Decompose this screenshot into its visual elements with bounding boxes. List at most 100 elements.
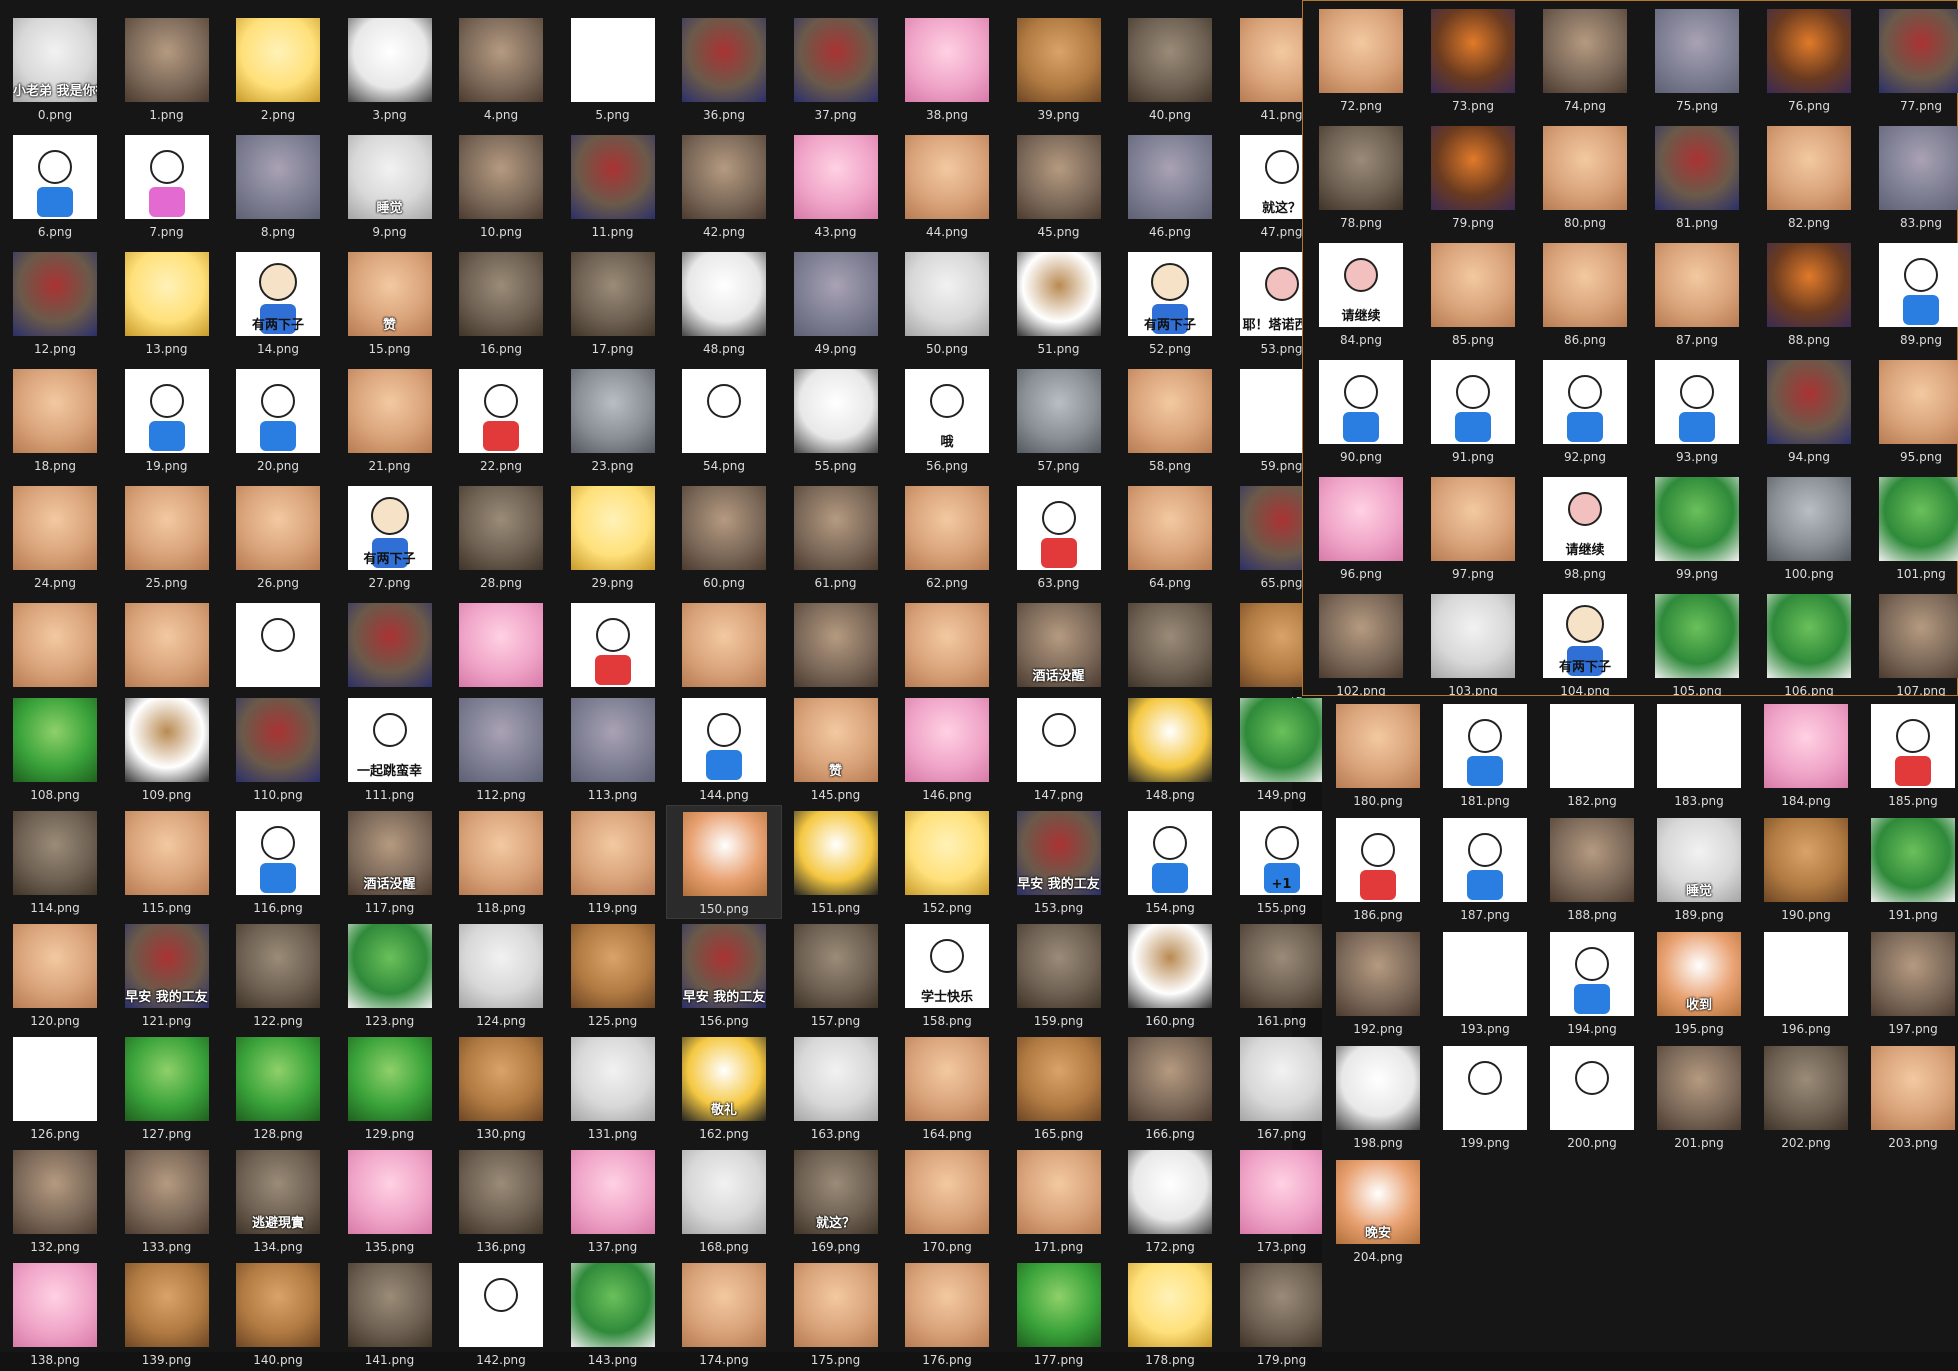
- file-item[interactable]: 44.png: [889, 129, 1005, 243]
- file-item[interactable]: 10.png: [443, 129, 559, 243]
- file-item[interactable]: 60.png: [666, 480, 782, 594]
- file-item[interactable]: 83.png: [1863, 120, 1958, 234]
- file-item[interactable]: 哦 56.png: [889, 363, 1005, 477]
- file-item[interactable]: 51.png: [1001, 246, 1117, 360]
- file-item[interactable]: 57.png: [1001, 363, 1117, 477]
- file-item[interactable]: 3.png: [332, 12, 448, 126]
- file-item[interactable]: 119.png: [555, 805, 671, 919]
- file-item[interactable]: 92.png: [1527, 354, 1643, 468]
- file-item[interactable]: 182.png: [1534, 698, 1650, 812]
- file-item[interactable]: 151.png: [778, 805, 894, 919]
- file-item[interactable]: 50.png: [889, 246, 1005, 360]
- file-item[interactable]: 89.png: [1863, 237, 1958, 351]
- file-item[interactable]: 赞 15.png: [332, 246, 448, 360]
- file-item[interactable]: 43.png: [778, 129, 894, 243]
- file-item[interactable]: 129.png: [332, 1031, 448, 1145]
- file-item[interactable]: 74.png: [1527, 3, 1643, 117]
- file-item[interactable]: 181.png: [1427, 698, 1543, 812]
- file-item[interactable]: 177.png: [1001, 1257, 1117, 1371]
- file-item[interactable]: 108.png: [0, 692, 113, 806]
- file-item[interactable]: 86.png: [1527, 237, 1643, 351]
- file-item[interactable]: 76.png: [1751, 3, 1867, 117]
- file-item[interactable]: 24.png: [0, 480, 113, 594]
- file-item[interactable]: 94.png: [1751, 354, 1867, 468]
- file-item[interactable]: 168.png: [666, 1144, 782, 1258]
- file-item[interactable]: 收到 195.png: [1641, 926, 1757, 1040]
- file-item[interactable]: 105.png: [1639, 588, 1755, 702]
- file-item[interactable]: 85.png: [1415, 237, 1531, 351]
- file-item[interactable]: 170.png: [889, 1144, 1005, 1258]
- file-item[interactable]: 193.png: [1427, 926, 1543, 1040]
- file-item[interactable]: 25.png: [109, 480, 225, 594]
- file-item[interactable]: 160.png: [1112, 918, 1228, 1032]
- file-item[interactable]: 21.png: [332, 363, 448, 477]
- file-item[interactable]: 早安 我的工友 156.png: [666, 918, 782, 1032]
- file-item[interactable]: 144.png: [666, 692, 782, 806]
- file-item[interactable]: 186.png: [1320, 812, 1436, 926]
- file-item[interactable]: 115.png: [109, 805, 225, 919]
- file-item[interactable]: 154.png: [1112, 805, 1228, 919]
- file-item[interactable]: 140.png: [220, 1257, 336, 1371]
- file-item[interactable]: 176.png: [889, 1257, 1005, 1371]
- file-item[interactable]: 78.png: [1303, 120, 1419, 234]
- file-item[interactable]: 132.png: [0, 1144, 113, 1258]
- file-item[interactable]: 11.png: [555, 129, 671, 243]
- file-item[interactable]: 13.png: [109, 246, 225, 360]
- file-item[interactable]: 159.png: [1001, 918, 1117, 1032]
- file-item[interactable]: 196.png: [1748, 926, 1864, 1040]
- file-item[interactable]: 131.png: [555, 1031, 671, 1145]
- file-item[interactable]: 91.png: [1415, 354, 1531, 468]
- file-item[interactable]: 有两下子 14.png: [220, 246, 336, 360]
- file-item[interactable]: 79.png: [1415, 120, 1531, 234]
- file-item[interactable]: 有两下子 52.png: [1112, 246, 1228, 360]
- file-item[interactable]: 197.png: [1855, 926, 1958, 1040]
- file-item[interactable]: 睡觉 9.png: [332, 129, 448, 243]
- file-item[interactable]: 7.png: [109, 129, 225, 243]
- file-item[interactable]: 139.png: [109, 1257, 225, 1371]
- file-item[interactable]: 有两下子 27.png: [332, 480, 448, 594]
- file-item[interactable]: 29.png: [555, 480, 671, 594]
- file-item[interactable]: 97.png: [1415, 471, 1531, 585]
- file-item[interactable]: 188.png: [1534, 812, 1650, 926]
- file-item[interactable]: 164.png: [889, 1031, 1005, 1145]
- file-item[interactable]: 93.png: [1639, 354, 1755, 468]
- file-item[interactable]: 82.png: [1751, 120, 1867, 234]
- file-item[interactable]: 157.png: [778, 918, 894, 1032]
- file-item[interactable]: 190.png: [1748, 812, 1864, 926]
- file-item[interactable]: 203.png: [1855, 1040, 1958, 1154]
- file-item[interactable]: 135.png: [332, 1144, 448, 1258]
- file-item[interactable]: 45.png: [1001, 129, 1117, 243]
- file-item[interactable]: 28.png: [443, 480, 559, 594]
- file-item[interactable]: 199.png: [1427, 1040, 1543, 1154]
- file-item[interactable]: 133.png: [109, 1144, 225, 1258]
- file-item[interactable]: 103.png: [1415, 588, 1531, 702]
- file-item[interactable]: 学士快乐 158.png: [889, 918, 1005, 1032]
- file-item[interactable]: 122.png: [220, 918, 336, 1032]
- file-item[interactable]: 165.png: [1001, 1031, 1117, 1145]
- file-item[interactable]: 200.png: [1534, 1040, 1650, 1154]
- file-item[interactable]: 46.png: [1112, 129, 1228, 243]
- file-item[interactable]: 19.png: [109, 363, 225, 477]
- file-item[interactable]: 睡觉 189.png: [1641, 812, 1757, 926]
- file-item[interactable]: 125.png: [555, 918, 671, 1032]
- file-item[interactable]: 敬礼 162.png: [666, 1031, 782, 1145]
- file-item[interactable]: 有两下子 104.png: [1527, 588, 1643, 702]
- file-item[interactable]: 202.png: [1748, 1040, 1864, 1154]
- file-item[interactable]: 77.png: [1863, 3, 1958, 117]
- file-item[interactable]: 58.png: [1112, 363, 1228, 477]
- file-item[interactable]: 148.png: [1112, 692, 1228, 806]
- file-item[interactable]: 20.png: [220, 363, 336, 477]
- file-item[interactable]: 4.png: [443, 12, 559, 126]
- file-item[interactable]: 143.png: [555, 1257, 671, 1371]
- file-item[interactable]: 166.png: [1112, 1031, 1228, 1145]
- file-item[interactable]: 136.png: [443, 1144, 559, 1258]
- file-item[interactable]: 171.png: [1001, 1144, 1117, 1258]
- file-item[interactable]: 75.png: [1639, 3, 1755, 117]
- file-item[interactable]: 137.png: [555, 1144, 671, 1258]
- file-item[interactable]: 110.png: [220, 692, 336, 806]
- file-item[interactable]: 48.png: [666, 246, 782, 360]
- file-item[interactable]: 147.png: [1001, 692, 1117, 806]
- file-item[interactable]: 72.png: [1303, 3, 1419, 117]
- file-item[interactable]: 102.png: [1303, 588, 1419, 702]
- file-item[interactable]: 80.png: [1527, 120, 1643, 234]
